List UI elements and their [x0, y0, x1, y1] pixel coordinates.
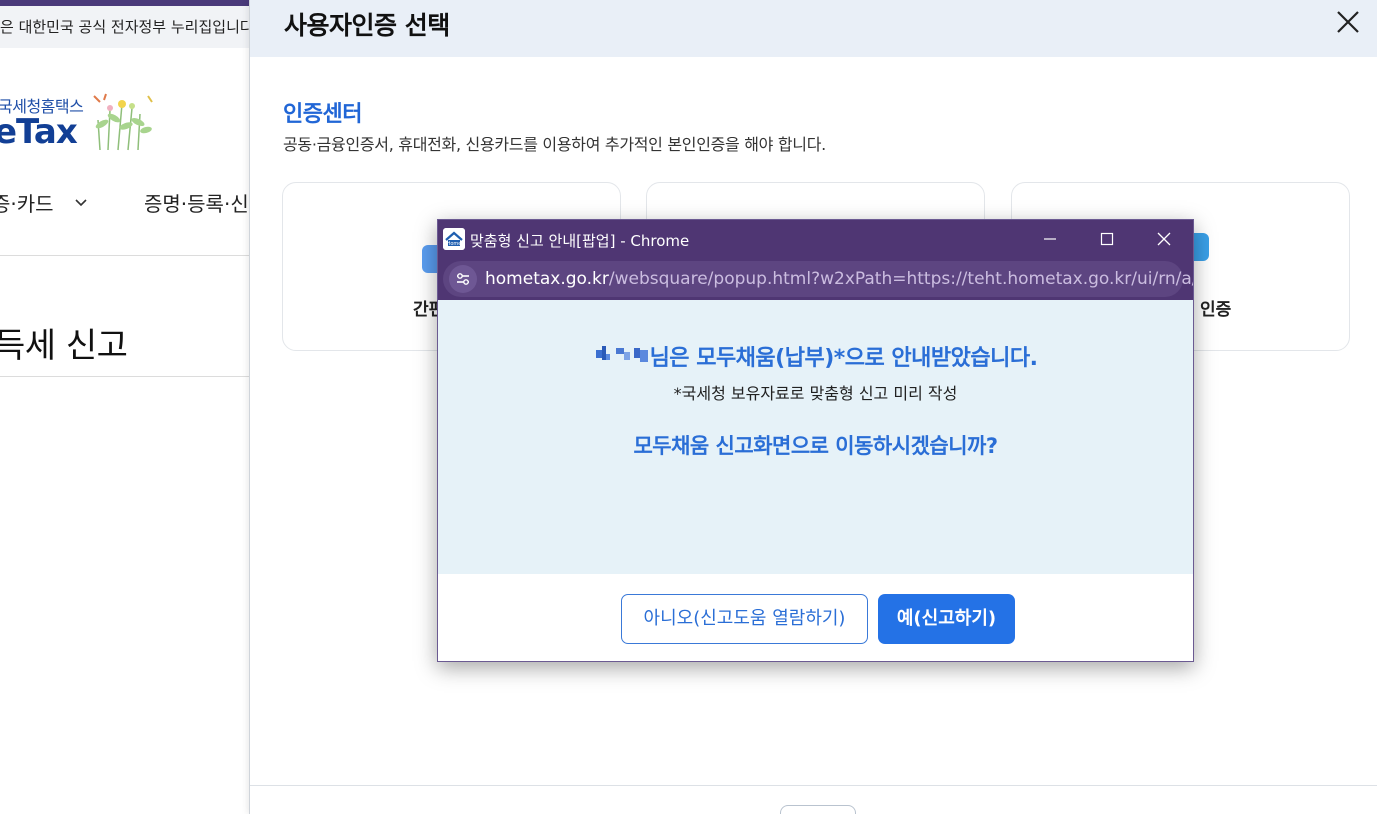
- close-icon: [1157, 232, 1171, 246]
- logo-flower-icon: [93, 93, 153, 151]
- confirm-question: 모두채움 신고화면으로 이동하시겠습니까?: [633, 434, 998, 458]
- divider: [0, 255, 250, 256]
- filing-type-text: 님은 모두채움(납부)*으로 안내받았습니다.: [649, 346, 1038, 371]
- site-settings-icon: [457, 273, 469, 285]
- site-info-button[interactable]: [449, 265, 477, 293]
- page-heading: 득세 신고: [0, 326, 128, 366]
- nav-item-certificate-card[interactable]: 증·카드: [0, 188, 54, 217]
- hometax-favicon-icon: Home: [443, 228, 465, 250]
- logo-main-text[interactable]: eTax: [0, 112, 78, 152]
- modal-title: 사용자인증 선택: [284, 11, 450, 40]
- url-path: /websquare/popup.html?w2xPath=https://te…: [608, 269, 1194, 289]
- auth-center-title: 인증센터: [283, 102, 362, 127]
- popup-address-bar: hometax.go.kr/websquare/popup.html?w2xPa…: [438, 258, 1193, 300]
- background-page: 은 대한민국 공식 전자정부 누리집입니다 국세청홈택스 eTax 증·카드 증…: [0, 0, 250, 814]
- popup-window-title: 맞춤형 신고 안내[팝업] - Chrome: [470, 232, 690, 250]
- chevron-down-icon[interactable]: [74, 196, 88, 210]
- maximize-button[interactable]: [1078, 220, 1136, 258]
- view-filing-help-button[interactable]: 아니오(신고도움 열람하기): [621, 594, 868, 644]
- minimize-icon: [1044, 238, 1056, 240]
- auth-card-label: 인증: [1200, 300, 1232, 320]
- modal-header: 사용자인증 선택: [250, 0, 1377, 57]
- proceed-filing-button[interactable]: 예(신고하기): [878, 594, 1015, 644]
- url-text: hometax.go.kr/websquare/popup.html?w2xPa…: [485, 269, 1194, 289]
- divider: [0, 376, 250, 377]
- filing-type-message: 님은 모두채움(납부)*으로 안내받았습니다.: [438, 340, 1193, 372]
- nav-item-certificate-registration[interactable]: 증명·등록·신청: [144, 188, 250, 217]
- modal-footer-divider: [250, 785, 1377, 786]
- popup-content: 님은 모두채움(납부)*으로 안내받았습니다. *국세청 보유자료로 맞춤형 신…: [438, 300, 1193, 574]
- government-notice-banner: 은 대한민국 공식 전자정부 누리집입니다: [0, 6, 250, 48]
- url-field[interactable]: hometax.go.kr/websquare/popup.html?w2xPa…: [443, 261, 1193, 297]
- redacted-name-mosaic: [595, 346, 648, 362]
- svg-text:Home: Home: [447, 241, 462, 247]
- popup-footer: 아니오(신고도움 열람하기) 예(신고하기): [438, 574, 1193, 661]
- modal-footer-button[interactable]: [780, 805, 856, 814]
- close-icon[interactable]: [1334, 8, 1362, 36]
- maximize-icon: [1100, 232, 1114, 246]
- minimize-button[interactable]: [1021, 220, 1079, 258]
- url-host: hometax.go.kr: [485, 269, 609, 289]
- popup-titlebar[interactable]: Home 맞춤형 신고 안내[팝업] - Chrome: [438, 220, 1193, 258]
- auth-center-description: 공동·금융인증서, 휴대전화, 신용카드를 이용하여 추가적인 본인인증을 해야…: [283, 135, 826, 154]
- filing-note: *국세청 보유자료로 맞춤형 신고 미리 작성: [673, 384, 958, 403]
- window-close-button[interactable]: [1135, 220, 1193, 258]
- chrome-popup-window: Home 맞춤형 신고 안내[팝업] - Chrome hometax.go.k…: [437, 219, 1194, 662]
